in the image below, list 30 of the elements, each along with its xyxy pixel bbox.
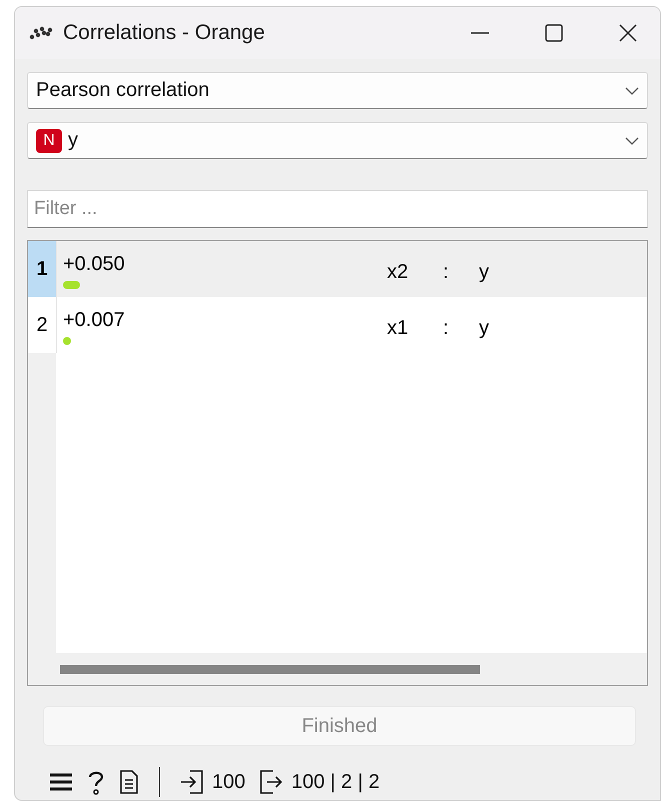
row-header[interactable]: 1 — [28, 241, 57, 297]
table-row[interactable]: 2 +0.007 x1 : y — [28, 297, 647, 353]
feature-name: y — [68, 129, 78, 152]
output-icon — [259, 769, 284, 795]
table-cell-text: x2 — [387, 260, 410, 285]
table-cell-text: : — [443, 260, 450, 285]
numeric-badge: N — [36, 128, 62, 152]
correlation-value: +0.050 — [63, 253, 126, 276]
table-cell-text: y — [479, 316, 489, 341]
output-summary: 100 | 2 | 2 — [291, 770, 380, 794]
help-icon[interactable] — [87, 769, 105, 795]
window-title: Correlations - Orange — [63, 21, 266, 45]
table-cell-text: : — [443, 316, 450, 341]
close-icon[interactable] — [618, 23, 638, 43]
input-count: 100 — [212, 770, 246, 794]
filter-field[interactable]: Filter ... — [27, 190, 648, 228]
input-icon — [180, 769, 204, 795]
table-row[interactable]: 1 +0.050 x2 : y — [28, 241, 647, 297]
menu-icon[interactable] — [49, 772, 73, 792]
feature-dropdown[interactable]: N y — [27, 122, 648, 159]
correlation-type-dropdown[interactable]: Pearson correlation — [27, 72, 648, 109]
table-cell-text: y — [479, 260, 489, 285]
maximize-icon[interactable] — [544, 23, 564, 43]
horizontal-scrollbar[interactable] — [28, 653, 647, 685]
correlation-value: +0.007 — [63, 309, 126, 332]
chevron-down-icon — [625, 86, 639, 94]
chevron-down-icon — [625, 136, 639, 144]
app-logo-icon — [29, 26, 53, 40]
document-icon[interactable] — [119, 770, 139, 794]
table-cell-text: x1 — [387, 316, 410, 341]
